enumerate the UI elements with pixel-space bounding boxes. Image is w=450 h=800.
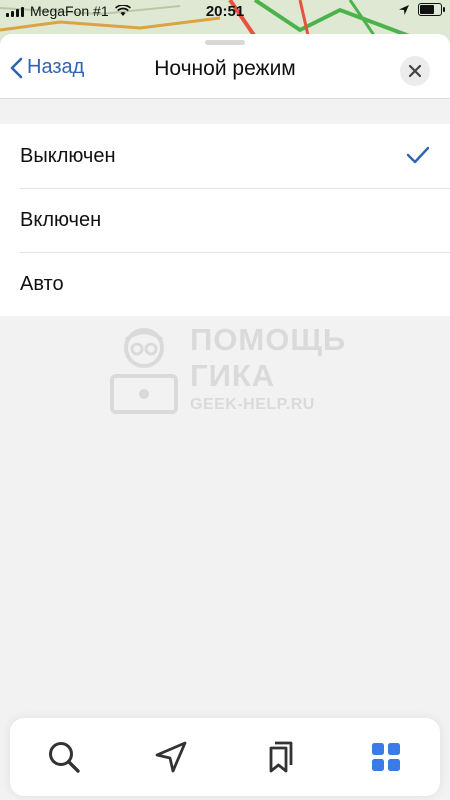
option-label: Выключен bbox=[20, 144, 116, 167]
close-button[interactable] bbox=[400, 56, 430, 86]
tab-bookmarks[interactable] bbox=[249, 727, 309, 787]
tab-search[interactable] bbox=[34, 727, 94, 787]
sheet-grabber[interactable] bbox=[205, 40, 245, 45]
close-icon bbox=[408, 64, 422, 78]
status-time: 20:51 bbox=[205, 3, 245, 20]
watermark-line1: ПОМОЩЬ bbox=[190, 322, 347, 357]
tab-menu[interactable] bbox=[356, 727, 416, 787]
option-auto[interactable]: Авто bbox=[0, 252, 450, 316]
search-icon bbox=[48, 742, 80, 773]
bookmarks-icon bbox=[269, 741, 293, 773]
status-right bbox=[398, 3, 445, 16]
tab-navigation[interactable] bbox=[141, 727, 201, 787]
bottom-tab-bar bbox=[10, 718, 440, 796]
night-mode-options: Выключен Включен Авто bbox=[0, 124, 450, 316]
status-bar: MegaFon #1 20:51 bbox=[0, 0, 450, 24]
battery-icon bbox=[418, 3, 445, 16]
battery-level bbox=[420, 5, 434, 14]
navigation-arrow-icon bbox=[155, 741, 187, 773]
sheet-header: Назад Ночной режим bbox=[0, 34, 450, 99]
checkmark-icon bbox=[406, 146, 430, 164]
option-on[interactable]: Включен bbox=[0, 188, 450, 252]
option-label: Авто bbox=[20, 272, 64, 295]
option-label: Включен bbox=[20, 208, 102, 231]
location-arrow-icon bbox=[399, 4, 409, 15]
watermark-line2: ГИКА bbox=[190, 358, 276, 393]
page-title: Ночной режим bbox=[154, 57, 296, 80]
watermark-logo: ПОМОЩЬ ГИКА GEEK-HELP.RU bbox=[106, 318, 356, 428]
watermark-line3: GEEK-HELP.RU bbox=[190, 396, 315, 413]
option-off[interactable]: Выключен bbox=[0, 124, 450, 188]
grid-menu-icon bbox=[372, 743, 401, 771]
night-mode-sheet: Назад Ночной режим Выключен Включен Авто bbox=[0, 34, 450, 800]
geek-avatar-icon bbox=[110, 328, 178, 414]
